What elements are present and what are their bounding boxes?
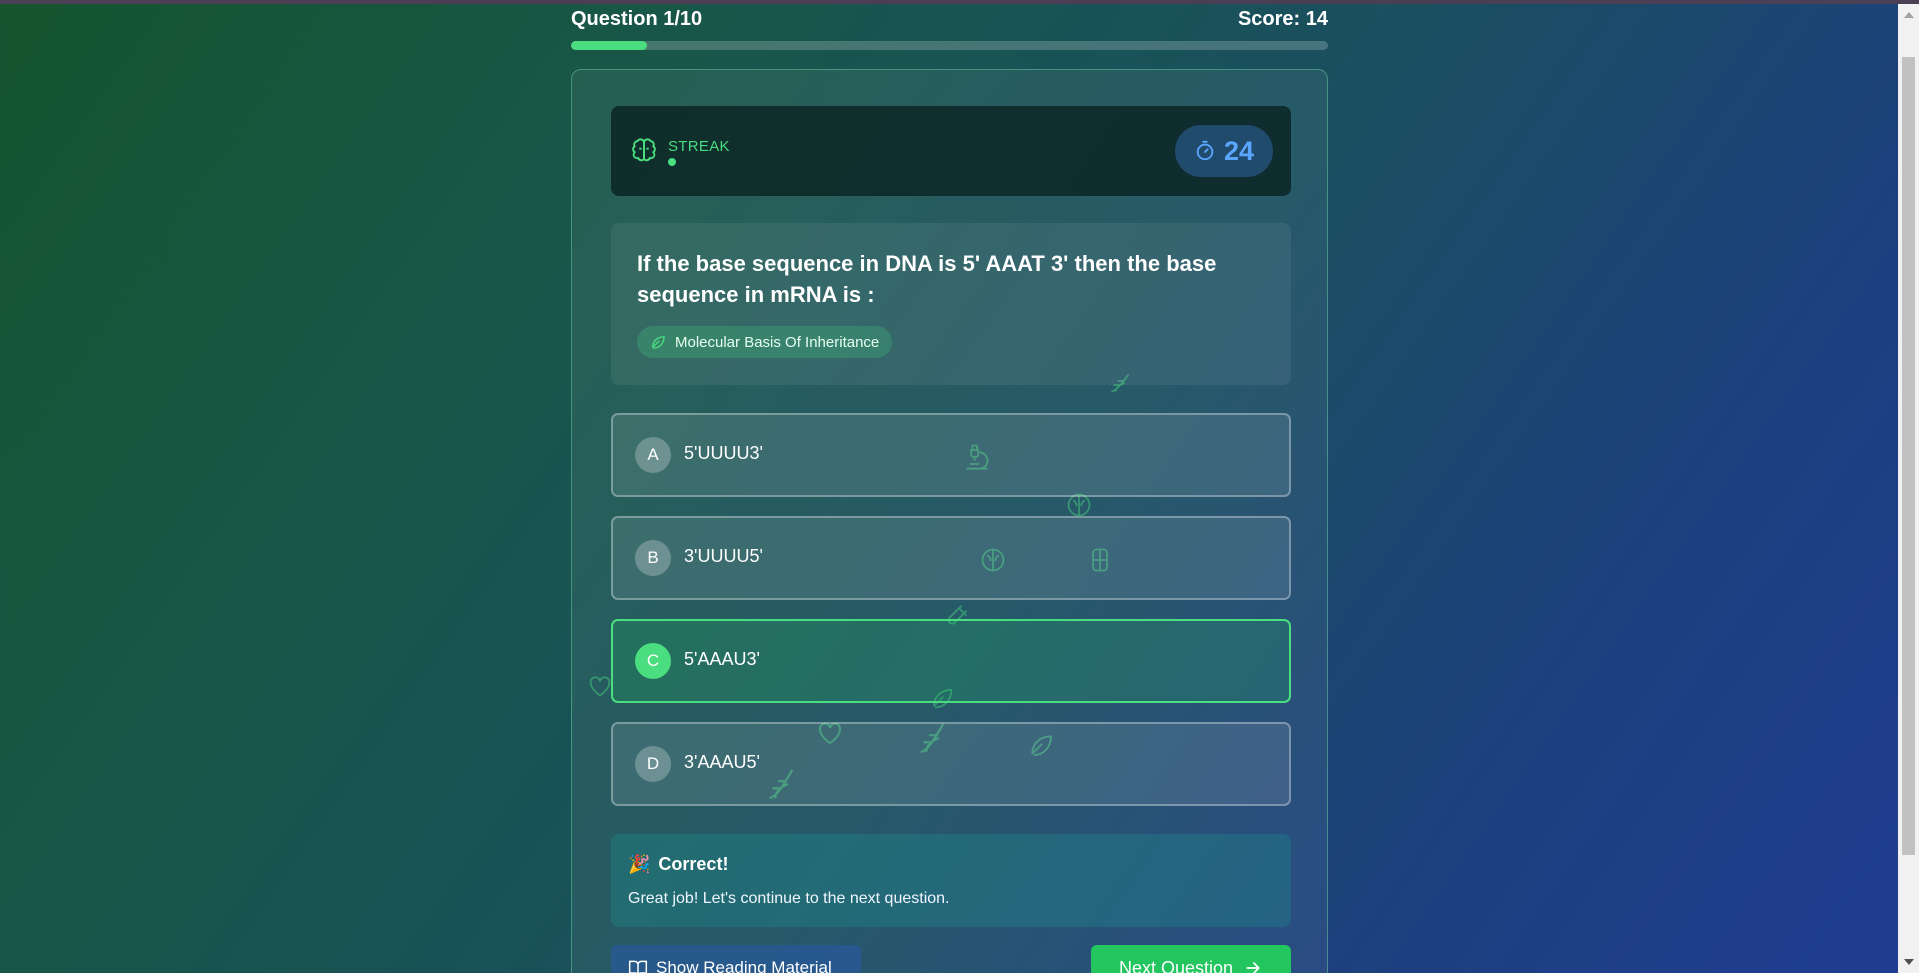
option-letter: D (635, 746, 671, 782)
leaf-icon (652, 336, 665, 349)
party-icon: 🎉 (628, 854, 651, 874)
show-reading-material-button[interactable]: Show Reading Material (611, 945, 861, 973)
feedback-message: Great job! Let's continue to the next qu… (628, 890, 950, 907)
score-display: Score: 14 (1237, 7, 1328, 30)
vertical-scrollbar[interactable] (1898, 4, 1919, 973)
progress-fill (571, 41, 647, 50)
option-letter: A (635, 437, 671, 473)
book-open-icon (628, 960, 648, 973)
scroll-up-icon[interactable] (1904, 12, 1914, 18)
streak-label: STREAK (668, 138, 730, 155)
progress-bar (571, 41, 1328, 50)
timer: 24 (1175, 125, 1273, 177)
option-a[interactable]: A 5'UUUU3' (611, 413, 1291, 497)
next-question-button[interactable]: Next Question (1091, 945, 1291, 973)
window-top-edge (0, 0, 1919, 4)
streak-indicator (668, 158, 676, 166)
feedback-panel: 🎉 Correct! Great job! Let's continue to … (611, 834, 1291, 927)
topic-label: Molecular Basis Of Inheritance (675, 333, 880, 351)
option-text: 5'AAAU3' (684, 649, 760, 669)
stopwatch-icon (1196, 140, 1214, 161)
streak-bar: STREAK 24 (611, 106, 1291, 196)
brain-icon (632, 138, 656, 162)
question-box: If the base sequence in DNA is 5' AAAT 3… (611, 223, 1291, 385)
next-label: Next Question (1118, 957, 1234, 973)
option-b[interactable]: B 3'UUUU5' (611, 516, 1291, 600)
option-text: 5'UUUU3' (684, 443, 763, 463)
question-text: If the base sequence in DNA is 5' AAAT 3… (637, 251, 1217, 307)
scroll-down-icon[interactable] (1904, 959, 1914, 965)
question-card: STREAK 24 If the base sequence in DNA is… (571, 69, 1328, 973)
scroll-thumb[interactable] (1902, 57, 1915, 855)
option-letter: B (635, 540, 671, 576)
reading-label: Show Reading Material (656, 958, 832, 973)
quiz-header: Question 1/10 Score: 14 (571, 6, 1328, 32)
option-letter: C (635, 643, 671, 679)
question-counter: Question 1/10 (571, 7, 703, 30)
option-text: 3'AAAU5' (684, 752, 760, 772)
feedback-title-text: Correct! (658, 854, 729, 874)
feedback-title: 🎉 Correct! (628, 854, 728, 875)
option-c[interactable]: C 5'AAAU3' (611, 619, 1291, 703)
option-text: 3'UUUU5' (684, 546, 763, 566)
arrow-right-icon (1246, 962, 1260, 973)
topic-chip: Molecular Basis Of Inheritance (637, 326, 893, 358)
timer-value: 24 (1223, 135, 1255, 166)
option-d[interactable]: D 3'AAAU5' (611, 722, 1291, 806)
heart-icon (589, 676, 611, 697)
